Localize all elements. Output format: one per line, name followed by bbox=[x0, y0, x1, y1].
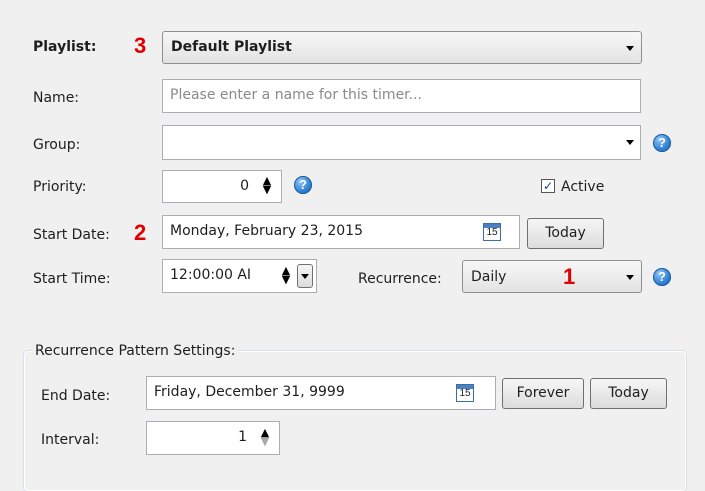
recurrence-value: Daily bbox=[471, 269, 507, 285]
calendar-icon[interactable]: 15 bbox=[456, 384, 474, 402]
annotation-2: 2 bbox=[134, 220, 147, 245]
annotation-1: 1 bbox=[563, 264, 576, 289]
priority-label: Priority: bbox=[33, 179, 87, 195]
start-time-spin[interactable]: ▲ ▼ bbox=[280, 265, 292, 285]
start-date-picker[interactable]: Monday, February 23, 2015 15 bbox=[162, 215, 520, 249]
recurrence-label: Recurrence: bbox=[358, 271, 442, 287]
start-date-today-button[interactable]: Today bbox=[527, 218, 604, 249]
start-time-picker[interactable]: 12:00:00 AI ▲ ▼ bbox=[162, 259, 317, 293]
calendar-icon[interactable]: 15 bbox=[483, 223, 501, 241]
priority-value: 0 bbox=[240, 178, 249, 194]
annotation-3: 3 bbox=[134, 33, 147, 58]
group-combobox[interactable] bbox=[162, 125, 641, 160]
help-icon[interactable]: ? bbox=[653, 268, 671, 286]
name-label: Name: bbox=[33, 90, 80, 106]
chevron-down-icon bbox=[301, 274, 309, 279]
name-input[interactable]: Please enter a name for this timer... bbox=[162, 79, 641, 113]
checkmark-icon: ✓ bbox=[542, 179, 554, 193]
help-icon[interactable]: ? bbox=[653, 134, 671, 152]
spin-down-icon[interactable]: ▼ bbox=[280, 274, 292, 285]
priority-spin[interactable]: ▲ ▼ bbox=[261, 175, 273, 195]
recurrence-pattern-title: Recurrence Pattern Settings: bbox=[32, 343, 239, 359]
recurrence-pattern-group bbox=[24, 351, 686, 491]
start-date-value: Monday, February 23, 2015 bbox=[170, 223, 363, 239]
end-date-value: Friday, December 31, 9999 bbox=[154, 384, 345, 400]
chevron-down-icon bbox=[626, 140, 634, 145]
help-icon[interactable]: ? bbox=[294, 176, 312, 194]
interval-value: 1 bbox=[238, 429, 247, 445]
start-date-label: Start Date: bbox=[33, 227, 110, 243]
spin-down-icon[interactable]: ▼ bbox=[261, 184, 273, 195]
interval-label: Interval: bbox=[41, 432, 100, 448]
priority-stepper[interactable]: 0 ▲ ▼ bbox=[162, 170, 282, 203]
start-time-dropdown-button[interactable] bbox=[297, 264, 313, 288]
chevron-down-icon bbox=[626, 275, 634, 280]
active-label: Active bbox=[561, 179, 605, 195]
playlist-label: Playlist: bbox=[33, 39, 97, 55]
group-label: Group: bbox=[33, 137, 81, 153]
spin-down-icon[interactable]: ▼ bbox=[259, 436, 271, 447]
active-checkbox[interactable]: ✓ bbox=[541, 179, 555, 193]
playlist-value: Default Playlist bbox=[171, 39, 292, 55]
forever-button[interactable]: Forever bbox=[502, 378, 584, 409]
start-time-value: 12:00:00 AI bbox=[170, 267, 252, 283]
end-date-label: End Date: bbox=[41, 388, 111, 404]
chevron-down-icon bbox=[626, 46, 634, 51]
playlist-combobox[interactable]: Default Playlist bbox=[162, 31, 642, 64]
interval-spin[interactable]: ▲ ▼ bbox=[259, 427, 271, 447]
recurrence-combobox[interactable]: Daily bbox=[462, 260, 642, 293]
name-placeholder: Please enter a name for this timer... bbox=[170, 87, 423, 103]
end-date-picker[interactable]: Friday, December 31, 9999 15 bbox=[146, 376, 496, 410]
start-time-label: Start Time: bbox=[33, 271, 111, 287]
end-date-today-button[interactable]: Today bbox=[590, 378, 667, 409]
interval-stepper[interactable]: 1 ▲ ▼ bbox=[146, 421, 280, 455]
